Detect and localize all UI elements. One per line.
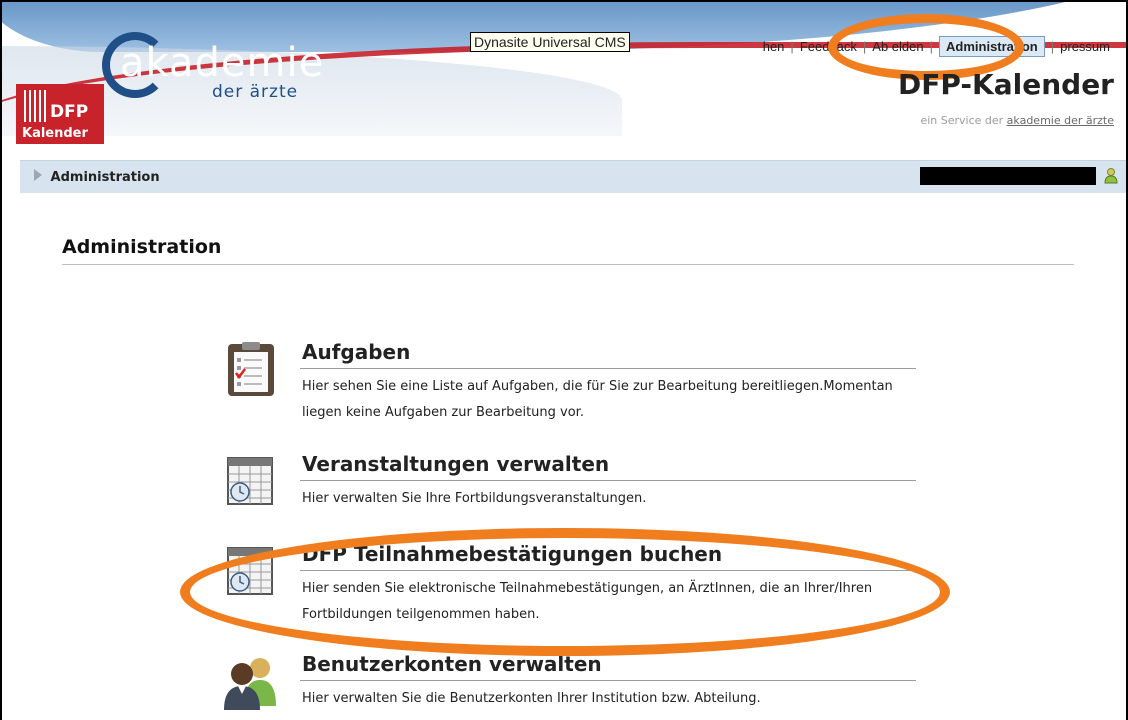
dfp-kalender-badge[interactable]: DFP Kalender [16, 84, 104, 144]
item-divider [300, 368, 916, 369]
list-item-aufgaben: Aufgaben Hier sehen Sie eine Liste auf A… [222, 340, 942, 430]
site-header: akademie der ärzte DFP Kalender hen | Feed… [2, 2, 1126, 154]
nav-separator: | [790, 39, 794, 54]
clipboard-checklist-icon[interactable] [222, 340, 280, 398]
badge-stripes [24, 90, 46, 122]
nav-item-1[interactable]: hen [763, 39, 785, 54]
logo-text[interactable]: akademie [120, 40, 324, 86]
redacted-username [920, 167, 1096, 185]
item-title[interactable]: Veranstaltungen verwalten [302, 452, 609, 476]
item-title[interactable]: Aufgaben [302, 340, 410, 364]
akademie-link[interactable]: akademie der ärzte [1007, 114, 1114, 127]
item-divider [300, 480, 916, 481]
site-subtitle: ein Service der akademie der ärzte [920, 114, 1114, 127]
site-title: DFP-Kalender [898, 68, 1114, 101]
item-divider [300, 680, 916, 681]
list-item-benutzerkonten: Benutzerkonten verwalten Hier verwalten … [222, 652, 942, 712]
badge-dfp-text: DFP [50, 102, 89, 122]
triangle-right-icon [34, 169, 42, 181]
user-icon[interactable] [1104, 168, 1118, 184]
item-description: Hier verwalten Sie die Benutzerkonten Ih… [302, 691, 761, 706]
list-item-veranstaltungen: Veranstaltungen verwalten Hier verwalten… [222, 452, 942, 512]
item-description: Hier sehen Sie eine Liste auf Aufgaben, … [302, 379, 893, 420]
breadcrumb-bar: Administration [20, 160, 1126, 193]
logo-subtext: der ärzte [212, 82, 299, 102]
nav-item-impressum[interactable]: pressum [1060, 39, 1110, 54]
tooltip: Dynasite Universal CMS [470, 32, 630, 52]
badge-kalender-text: Kalender [22, 126, 88, 141]
page-title: Administration [62, 236, 222, 258]
users-icon[interactable] [222, 652, 280, 710]
nav-separator: | [1050, 39, 1055, 54]
breadcrumb: Administration [34, 169, 160, 185]
breadcrumb-label[interactable]: Administration [51, 170, 160, 185]
highlight-oval-item [180, 528, 950, 656]
site-subtitle-prefix: ein Service der [920, 114, 1004, 127]
title-divider [62, 264, 1074, 265]
item-description: Hier verwalten Sie Ihre Fortbildungsvera… [302, 491, 647, 506]
calendar-icon[interactable] [222, 452, 280, 510]
